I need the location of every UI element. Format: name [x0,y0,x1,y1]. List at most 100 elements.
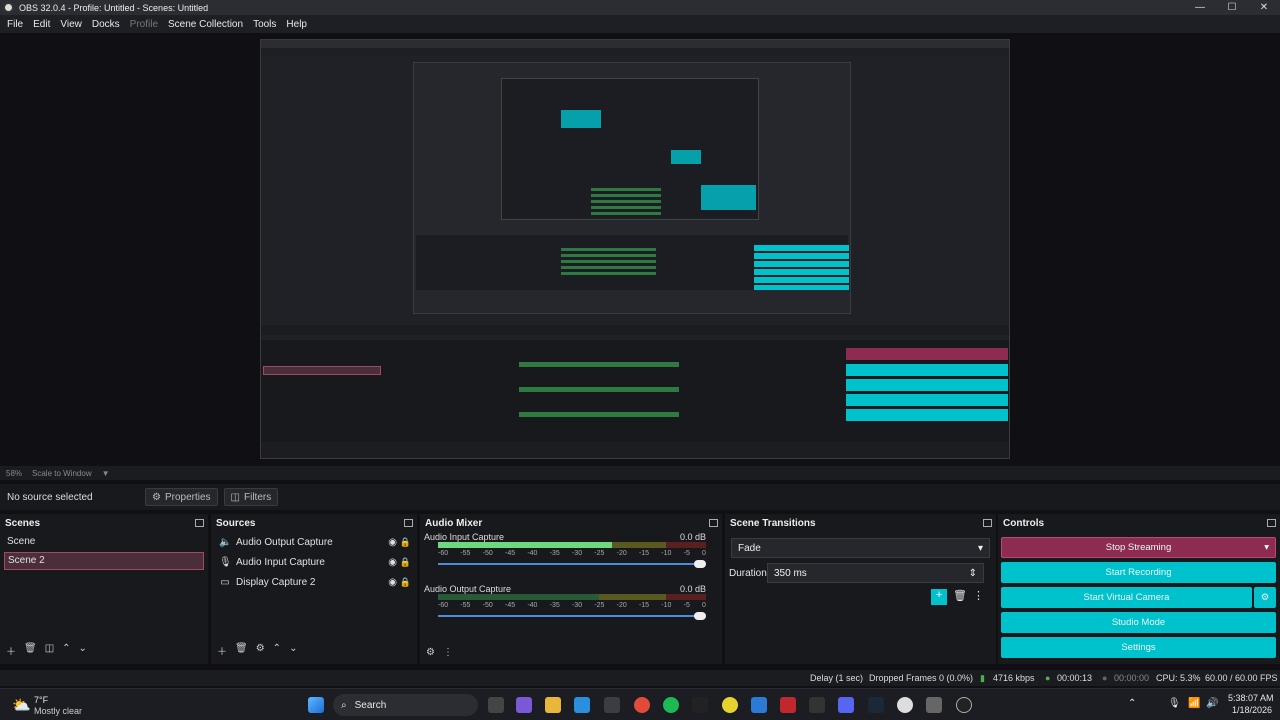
tick-label: -40 [527,602,538,609]
clock-date[interactable]: 1/18/2026 [1232,705,1272,715]
chevron-down-icon: ▾ [977,542,983,554]
volume-slider[interactable] [438,612,706,620]
menu-profile[interactable]: Profile [125,19,163,30]
scenes-title: Scenes [5,517,41,529]
preview-area[interactable] [0,33,1280,466]
lock-icon[interactable]: 🔒 [400,557,411,568]
start-virtual-camera-button[interactable]: Start Virtual Camera [1001,587,1252,608]
store-icon[interactable] [604,697,620,713]
app-icon[interactable] [751,697,767,713]
undock-icon[interactable] [404,519,413,527]
close-button[interactable]: ✕ [1248,0,1280,15]
gear-icon[interactable]: ⚙ [426,647,435,658]
file-explorer-icon[interactable] [545,697,561,713]
sources-dock: Sources 🔈 Audio Output Capture ◉ 🔒 🎙 Audio I… [211,514,417,664]
edge-icon[interactable] [574,697,590,713]
wifi-icon[interactable]: 📶 [1188,698,1200,709]
move-up-icon[interactable]: ⌃ [62,643,70,658]
duration-spinbox[interactable]: 350 ms ⇕ [767,563,984,583]
maximize-button[interactable]: ☐ [1216,0,1248,15]
eye-icon[interactable]: ◉ [388,537,397,548]
transition-select[interactable]: Fade ▾ [731,538,990,558]
more-icon[interactable]: ⋮ [973,589,984,605]
stream-status-icon: ● [1045,673,1051,683]
source-item[interactable]: 🔈 Audio Output Capture ◉ 🔒 [211,532,417,552]
mic-icon[interactable]: 🎙 [1168,698,1181,709]
chevron-up-icon[interactable]: ⌃ [1128,698,1136,709]
zoom-level[interactable]: 58% [6,469,22,478]
source-label: Audio Output Capture [236,536,333,548]
lock-icon[interactable]: 🔒 [400,577,411,588]
obs-icon[interactable] [897,697,913,713]
media-icon[interactable] [956,697,972,713]
trash-icon[interactable]: 🗑 [953,589,967,605]
app-icon[interactable] [722,697,738,713]
source-label: Audio Input Capture [236,556,325,568]
move-up-icon[interactable]: ⌃ [273,643,281,658]
source-item[interactable]: 🎙 Audio Input Capture ◉ 🔒 [211,552,417,572]
discord-icon[interactable] [838,697,854,713]
undock-icon[interactable] [195,519,204,527]
scene-item-selected[interactable]: Scene 2 [4,552,204,570]
filter-icon[interactable]: ◫ [45,643,54,658]
tick-label: -55 [460,550,471,557]
tick-label: -40 [527,550,538,557]
meter-ticks: -60 -55 -50 -45 -40 -35 -30 -25 -20 -15 -10 -5 0 [438,602,706,609]
eye-icon[interactable]: ◉ [388,557,397,568]
scale-mode[interactable]: Scale to Window [32,469,92,478]
volume-slider[interactable] [438,560,706,568]
chrome-icon[interactable] [634,697,650,713]
chevron-down-icon[interactable]: ▾ [1264,542,1269,553]
lock-icon[interactable]: 🔒 [400,537,411,548]
trash-icon[interactable]: 🗑 [235,643,248,658]
filters-button[interactable]: ◫ Filters [223,488,279,506]
gear-icon[interactable]: ⚙ [1254,587,1276,608]
gear-icon: ⚙ [152,491,161,503]
weather-desc: Mostly clear [34,706,83,716]
app-icon[interactable] [780,697,796,713]
menu-edit[interactable]: Edit [28,19,55,30]
taskbar-search[interactable]: ⌕ Search [333,694,478,716]
minimize-button[interactable]: — [1184,0,1216,15]
add-icon[interactable]: ＋ [6,643,16,658]
clock-time[interactable]: 5:38:07 AM [1228,693,1274,703]
tick-label: -20 [616,602,627,609]
scene-item[interactable]: Scene [0,532,208,552]
menu-help[interactable]: Help [281,19,312,30]
volume-icon[interactable]: 🔊 [1206,698,1218,709]
menu-view[interactable]: View [55,19,87,30]
task-view-icon[interactable] [488,697,504,713]
copilot-icon[interactable] [516,697,532,713]
move-down-icon[interactable]: ⌄ [79,643,87,658]
move-down-icon[interactable]: ⌄ [289,643,297,658]
add-icon[interactable]: ＋ [217,643,227,658]
settings-icon[interactable] [926,697,942,713]
chevron-down-icon[interactable]: ▼ [102,469,110,478]
settings-button[interactable]: Settings [1001,637,1276,658]
undock-icon[interactable] [983,519,992,527]
gear-icon[interactable]: ⚙ [256,643,265,658]
trash-icon[interactable]: 🗑 [24,643,37,658]
properties-button[interactable]: ⚙ Properties [145,488,218,506]
eye-icon[interactable]: ◉ [388,577,397,588]
meter-ticks: -60 -55 -50 -45 -40 -35 -30 -25 -20 -15 -10 -5 0 [438,550,706,557]
menu-docks[interactable]: Docks [87,19,125,30]
steam-icon[interactable] [868,697,884,713]
undock-icon[interactable] [1267,519,1276,527]
source-item[interactable]: ▭ Display Capture 2 ◉ 🔒 [211,572,417,592]
app-icon[interactable] [809,697,825,713]
add-transition-button[interactable]: + [931,589,948,605]
undock-icon[interactable] [709,519,718,527]
windows-start-icon[interactable] [308,697,324,713]
studio-mode-button[interactable]: Studio Mode [1001,612,1276,633]
start-recording-button[interactable]: Start Recording [1001,562,1276,583]
menu-scene-collection[interactable]: Scene Collection [163,19,248,30]
menu-tools[interactable]: Tools [248,19,281,30]
spotify-icon[interactable] [663,697,679,713]
menu-bar: File Edit View Docks Profile Scene Colle… [0,15,1280,33]
stop-streaming-button[interactable]: Stop Streaming ▾ [1001,537,1276,558]
more-icon[interactable]: ⋮ [443,647,453,658]
app-icon[interactable] [692,697,708,713]
menu-file[interactable]: File [2,19,28,30]
weather-icon[interactable]: ⛅ [12,696,31,714]
